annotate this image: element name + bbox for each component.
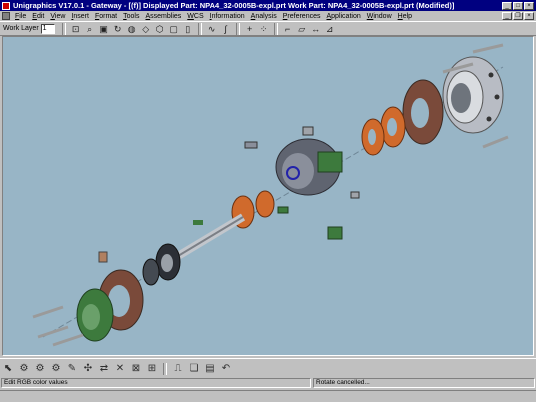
hidden-line-icon[interactable]: ⬡: [154, 23, 166, 35]
small-part: [193, 220, 203, 225]
small-part: [98, 251, 108, 263]
menu-analysis[interactable]: Analysis: [248, 13, 280, 20]
add-component-icon[interactable]: ⚙: [49, 362, 63, 376]
small-part: [327, 226, 343, 240]
wireframe-icon[interactable]: ◇: [140, 23, 152, 35]
doc-close-icon[interactable]: ×: [524, 12, 534, 20]
top-view-icon[interactable]: ▯: [182, 23, 194, 35]
point-icon[interactable]: +: [244, 23, 256, 35]
window-title: Unigraphics V17.0.1 - Gateway - [(f)] Di…: [13, 1, 455, 10]
zoom-window-icon[interactable]: ▣: [98, 23, 110, 35]
document-icon[interactable]: [2, 12, 10, 20]
copy-icon[interactable]: ❏: [187, 362, 201, 376]
graphics-viewport[interactable]: [2, 36, 534, 356]
menu-information[interactable]: Information: [207, 13, 248, 20]
menu-tools[interactable]: Tools: [120, 13, 142, 20]
unexplode-icon[interactable]: ⊠: [129, 362, 143, 376]
toolbar-separator: [235, 22, 240, 35]
spline-icon[interactable]: ∫: [220, 23, 232, 35]
edit-icon[interactable]: ✎: [65, 362, 79, 376]
work-layer-input[interactable]: 1: [40, 23, 55, 34]
status-message: Rotate cancelled...: [313, 378, 535, 388]
rotate-icon[interactable]: ↻: [112, 23, 124, 35]
doc-minimize-icon[interactable]: _: [502, 12, 512, 20]
menu-bar: File Edit View Insert Format Tools Assem…: [0, 11, 536, 21]
fit-icon[interactable]: ⊡: [70, 23, 82, 35]
front-view-icon[interactable]: ▢: [168, 23, 180, 35]
menu-help[interactable]: Help: [395, 13, 415, 20]
small-part: [277, 206, 289, 214]
status-prompt: Edit RGB color values: [1, 378, 311, 388]
point-set-icon[interactable]: ⁘: [258, 23, 270, 35]
curve-icon[interactable]: ∿: [206, 23, 218, 35]
housing-left: [76, 288, 114, 342]
motor-body: [275, 138, 343, 196]
small-part: [350, 191, 360, 199]
delete-icon[interactable]: ✕: [113, 362, 127, 376]
menu-preferences[interactable]: Preferences: [280, 13, 324, 20]
flange-hole: [411, 98, 429, 128]
paste-icon[interactable]: ▤: [203, 362, 217, 376]
small-part: [302, 126, 314, 136]
main-toolbar: Work Layer 1 ⊡ ⌕ ▣ ↻ ◍ ◇ ⬡ ▢ ▯ ∿ ∫ + ⁘ ⌐…: [0, 21, 536, 36]
bottom-toolbar: ⬉ ⚙ ⚙ ⚙ ✎ ✣ ⇄ ✕ ⊠ ⊞ ⎍ ❏ ▤ ↶: [0, 358, 536, 378]
menu-view[interactable]: View: [47, 13, 68, 20]
app-icon[interactable]: [2, 1, 10, 10]
bolt: [472, 43, 504, 54]
trace-icon[interactable]: ⎍: [171, 362, 185, 376]
undo-icon[interactable]: ↶: [219, 362, 233, 376]
menu-application[interactable]: Application: [323, 13, 363, 20]
bolt: [32, 305, 64, 319]
sketch-icon[interactable]: ⌐: [282, 23, 294, 35]
menu-window[interactable]: Window: [364, 13, 395, 20]
small-part: [244, 141, 258, 149]
status-bar: Edit RGB color values Rotate cancelled..…: [0, 378, 536, 389]
title-bar: Unigraphics V17.0.1 - Gateway - [(f)] Di…: [0, 0, 536, 11]
measure-icon[interactable]: ⊿: [324, 23, 336, 35]
toolbar-separator: [61, 22, 66, 35]
dimension-icon[interactable]: ↔: [310, 23, 322, 35]
coupling: [255, 190, 275, 218]
menu-file[interactable]: File: [12, 13, 29, 20]
menu-wcs[interactable]: WCS: [184, 13, 206, 20]
datum-plane-icon[interactable]: ▱: [296, 23, 308, 35]
shaded-icon[interactable]: ◍: [126, 23, 138, 35]
bolt: [482, 135, 509, 149]
toolbar-separator: [197, 22, 202, 35]
select-icon[interactable]: ⬉: [1, 362, 15, 376]
close-icon[interactable]: ×: [524, 1, 534, 10]
document-controls: _ ❐ ×: [502, 12, 534, 20]
lower-strip: [0, 390, 536, 402]
toolbar-separator: [163, 362, 167, 375]
doc-restore-icon[interactable]: ❐: [513, 12, 523, 20]
menu-assemblies[interactable]: Assemblies: [142, 13, 184, 20]
bolt: [52, 333, 84, 347]
minimize-icon[interactable]: _: [502, 1, 512, 10]
menu-format[interactable]: Format: [92, 13, 120, 20]
zoom-icon[interactable]: ⌕: [84, 23, 96, 35]
assembly-icon[interactable]: ⚙: [17, 362, 31, 376]
ref-set-icon[interactable]: ⊞: [145, 362, 159, 376]
bearing: [142, 258, 160, 286]
bolt: [37, 325, 69, 339]
maximize-icon[interactable]: □: [513, 1, 523, 10]
reposition-icon[interactable]: ⇄: [97, 362, 111, 376]
menu-edit[interactable]: Edit: [29, 13, 47, 20]
explode-icon[interactable]: ✣: [81, 362, 95, 376]
component-icon[interactable]: ⚙: [33, 362, 47, 376]
menu-insert[interactable]: Insert: [68, 13, 92, 20]
toolbar-separator: [273, 22, 278, 35]
exploded-assembly-model: [32, 43, 509, 347]
window-controls: _ □ ×: [502, 1, 534, 10]
work-layer-label: Work Layer: [3, 25, 39, 32]
